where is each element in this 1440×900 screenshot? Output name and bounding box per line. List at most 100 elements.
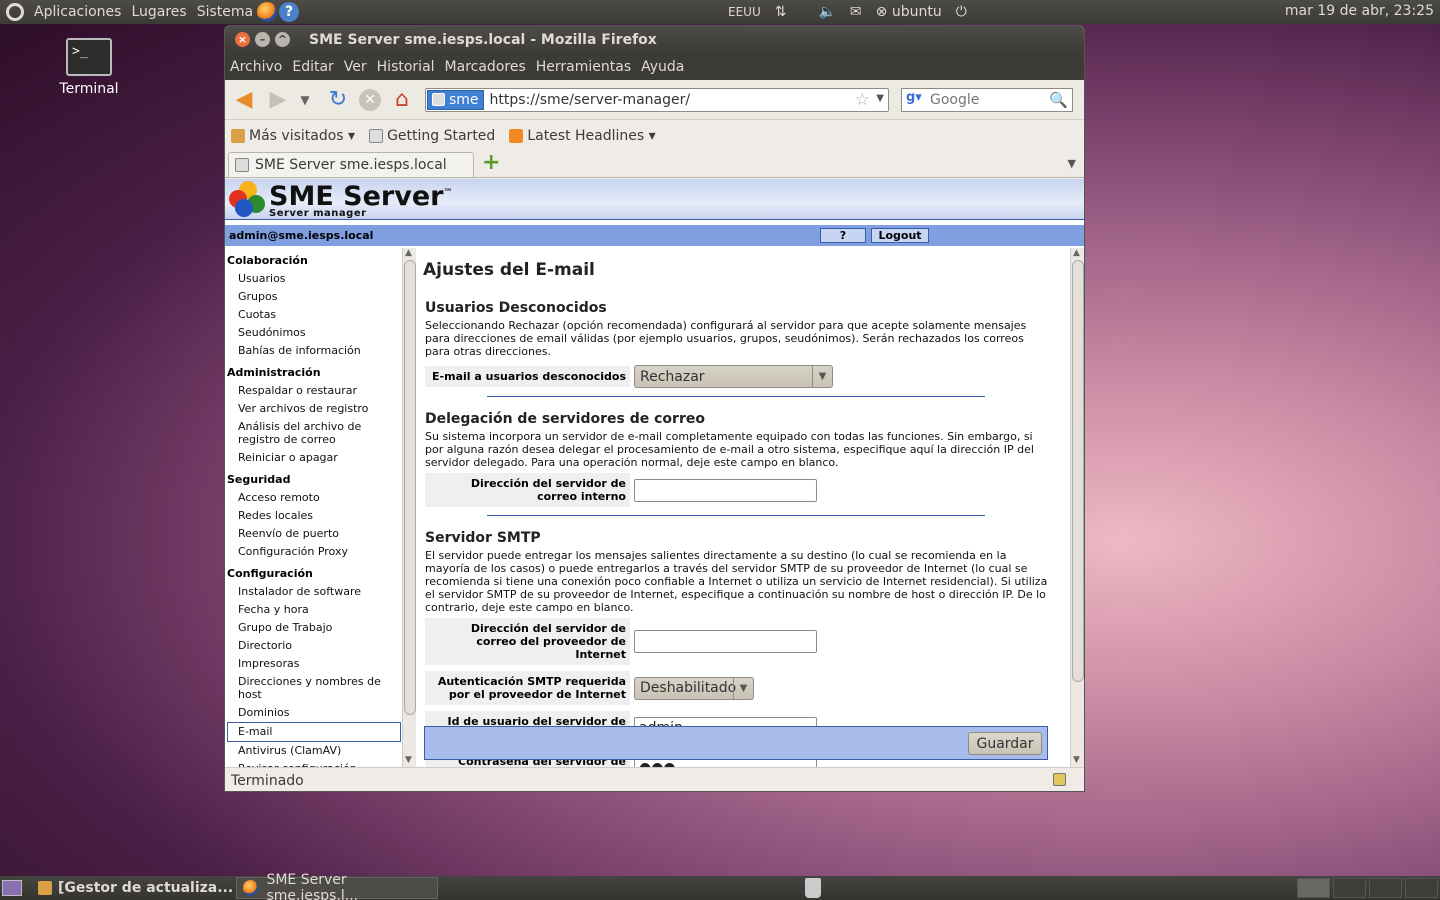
sidebar-item[interactable]: Direcciones y nombres de host <box>225 673 401 704</box>
home-icon[interactable]: ⌂ <box>389 87 415 113</box>
sidebar-item[interactable]: Grupos <box>225 288 401 306</box>
main-scroll-thumb[interactable] <box>1072 260 1084 682</box>
site-identity-button[interactable]: sme <box>427 89 484 110</box>
sidebar-item[interactable]: Revisar configuración <box>225 760 401 767</box>
menu-aplicaciones[interactable]: Aplicaciones <box>34 4 121 20</box>
clock[interactable]: mar 19 de abr, 23:25 <box>1285 3 1434 19</box>
search-input[interactable] <box>930 91 1040 108</box>
menu-marcadores[interactable]: Marcadores <box>445 59 526 75</box>
sidebar-item[interactable]: Directorio <box>225 637 401 655</box>
menu-historial[interactable]: Historial <box>377 59 435 75</box>
list-all-tabs-icon[interactable]: ▼ <box>1068 157 1076 170</box>
sidebar-item[interactable]: E-mail <box>227 722 401 742</box>
lock-icon[interactable] <box>1053 773 1066 786</box>
user-menu[interactable]: ⊗ ubuntu <box>876 4 942 20</box>
sidebar-item[interactable]: Usuarios <box>225 270 401 288</box>
stop-icon[interactable]: ✕ <box>359 88 381 111</box>
keyboard-layout[interactable]: EEUU <box>728 5 761 19</box>
minimize-window-button[interactable]: – <box>255 32 270 47</box>
rss-icon <box>509 129 524 143</box>
bookmark-getting-started[interactable]: Getting Started <box>369 128 495 144</box>
sidebar-item[interactable]: Seudónimos <box>225 324 401 342</box>
unknown-users-select[interactable]: Rechazar ▼ <box>634 365 833 388</box>
desktop-terminal-launcher[interactable]: >_ Terminal <box>56 38 122 97</box>
bookmark-star-icon[interactable]: ☆ <box>855 90 870 110</box>
task-firefox[interactable]: SME Server sme.iesps.l... <box>236 872 438 900</box>
help-button[interactable]: ? <box>820 228 866 243</box>
isp-mail-server-input[interactable] <box>634 630 817 653</box>
menu-ver[interactable]: Ver <box>344 59 367 75</box>
sidebar-item[interactable]: Dominios <box>225 704 401 722</box>
menu-lugares[interactable]: Lugares <box>131 4 186 20</box>
scroll-down-arrow-icon[interactable]: ▼ <box>405 755 412 765</box>
save-button[interactable]: Guardar <box>968 732 1042 755</box>
ubuntu-logo-icon[interactable] <box>6 3 24 21</box>
sidebar-item[interactable]: Fecha y hora <box>225 601 401 619</box>
sidebar-item[interactable]: Antivirus (ClamAV) <box>225 742 401 760</box>
menubar: Archivo Editar Ver Historial Marcadores … <box>225 53 1084 80</box>
new-tab-plus-icon[interactable]: + <box>482 150 500 175</box>
menu-ayuda[interactable]: Ayuda <box>641 59 684 75</box>
menu-herramientas[interactable]: Herramientas <box>536 59 631 75</box>
history-dropdown-icon[interactable]: ▼ <box>299 87 311 113</box>
sidebar-item[interactable]: Acceso remoto <box>225 489 401 507</box>
menu-editar[interactable]: Editar <box>292 59 333 75</box>
search-icon[interactable]: 🔍 <box>1049 91 1068 109</box>
sidebar-item[interactable]: Redes locales <box>225 507 401 525</box>
url-text[interactable]: https://sme/server-manager/ <box>490 92 691 108</box>
mail-icon[interactable]: ✉ <box>850 4 862 20</box>
workspace-2[interactable] <box>1333 878 1366 898</box>
sidebar-item[interactable]: Bahías de información <box>225 342 401 360</box>
sidebar-scrollbar[interactable]: ▲ ▼ <box>402 248 416 767</box>
scroll-up-arrow-icon[interactable]: ▲ <box>405 248 412 258</box>
sidebar-item[interactable]: Reiniciar o apagar <box>225 449 401 467</box>
scroll-down-arrow-icon[interactable]: ▼ <box>1073 755 1080 765</box>
sidebar-item[interactable]: Grupo de Trabajo <box>225 619 401 637</box>
tab-sme-server[interactable]: SME Server sme.iesps.local <box>228 152 474 177</box>
sidebar-item[interactable]: Instalador de software <box>225 583 401 601</box>
sidebar-item[interactable]: Impresoras <box>225 655 401 673</box>
workspace-1[interactable] <box>1297 878 1330 898</box>
menu-sistema[interactable]: Sistema <box>197 4 253 20</box>
power-icon[interactable]: ⏻ <box>956 4 967 20</box>
window-titlebar[interactable]: × – ^ SME Server sme.iesps.local - Mozil… <box>225 26 1084 53</box>
volume-icon[interactable]: 🔈 <box>818 4 835 20</box>
workspace-4[interactable] <box>1405 878 1438 898</box>
search-engine-google-icon[interactable]: g▾ <box>906 90 930 110</box>
smtp-auth-select[interactable]: Deshabilitado ▼ <box>634 676 754 700</box>
main-scrollbar[interactable]: ▲ ▼ <box>1070 248 1084 767</box>
bookmark-mas-visitados[interactable]: Más visitados ▾ <box>231 128 355 144</box>
sidebar-item[interactable]: Análisis del archivo de registro de corr… <box>225 418 401 449</box>
show-desktop-icon[interactable] <box>2 880 22 896</box>
trash-icon[interactable] <box>805 878 821 898</box>
sidebar-item[interactable]: Configuración Proxy <box>225 543 401 561</box>
firefox-launcher-icon[interactable] <box>257 2 278 22</box>
workspace-3[interactable] <box>1369 878 1402 898</box>
sidebar-item[interactable]: Ver archivos de registro <box>225 400 401 418</box>
sidebar-item[interactable]: Cuotas <box>225 306 401 324</box>
back-arrow-icon[interactable]: ◀ <box>231 87 257 113</box>
sidebar-item[interactable]: Respaldar o restaurar <box>225 382 401 400</box>
scroll-up-arrow-icon[interactable]: ▲ <box>1073 248 1080 258</box>
logout-button[interactable]: Logout <box>871 228 929 243</box>
search-bar[interactable]: g▾ 🔍 <box>901 87 1073 112</box>
maximize-window-button[interactable]: ^ <box>275 32 290 47</box>
task-update-manager[interactable]: [Gestor de actualiza... <box>32 877 234 899</box>
help-launcher-icon[interactable]: ? <box>279 2 300 22</box>
forward-arrow-icon[interactable]: ▶ <box>265 87 291 113</box>
terminal-icon: >_ <box>66 38 112 76</box>
sme-logo-text: SME Server™ Server manager <box>269 181 452 219</box>
close-window-button[interactable]: × <box>235 32 250 47</box>
url-bar[interactable]: sme https://sme/server-manager/ ☆ ▼ <box>425 87 889 112</box>
internal-mail-server-input[interactable] <box>634 478 817 502</box>
url-dropdown-icon[interactable]: ▼ <box>876 93 884 104</box>
bottom-panel: [Gestor de actualiza... SME Server sme.i… <box>0 872 1440 900</box>
reload-icon[interactable]: ↻ <box>325 87 351 113</box>
tab-bar: SME Server sme.iesps.local + ▼ <box>225 150 1084 178</box>
main-panel: Ajustes del E-mail Usuarios Desconocidos… <box>423 248 1053 767</box>
network-icon[interactable]: ⇅ <box>775 4 787 20</box>
bookmark-latest-headlines[interactable]: Latest Headlines ▾ <box>509 128 656 144</box>
menu-archivo[interactable]: Archivo <box>230 59 282 75</box>
sidebar-item[interactable]: Reenvío de puerto <box>225 525 401 543</box>
sidebar-scroll-thumb[interactable] <box>404 260 416 715</box>
